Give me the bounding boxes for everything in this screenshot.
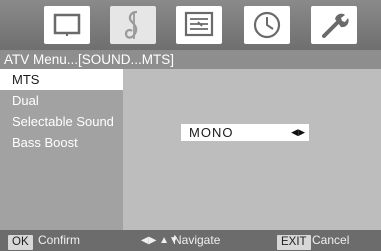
hint-bar: OK Confirm ◀▶ ▲▼ Navigate EXIT Cancel bbox=[0, 230, 381, 251]
channel-icon[interactable] bbox=[176, 6, 222, 44]
time-icon[interactable] bbox=[244, 6, 290, 44]
sound-menu-list: MTS Dual Selectable Sound Bass Boost bbox=[0, 69, 123, 230]
tv-osd-screen: ATV Menu...[SOUND...MTS] MTS Dual Select… bbox=[0, 0, 381, 251]
setup-icon[interactable] bbox=[311, 6, 357, 44]
menu-icon-bar bbox=[0, 0, 381, 50]
left-right-arrows-icon[interactable]: ◀▶ bbox=[291, 124, 305, 141]
option-panel: MONO ◀▶ bbox=[123, 69, 381, 230]
menu-item-selectable-sound[interactable]: Selectable Sound bbox=[0, 111, 123, 132]
navigate-hint: Navigate bbox=[173, 233, 221, 247]
ok-key[interactable]: OK bbox=[8, 235, 33, 250]
confirm-hint: Confirm bbox=[38, 233, 81, 247]
menu-title: ATV Menu...[SOUND...MTS] bbox=[0, 50, 381, 69]
cancel-hint: Cancel bbox=[312, 233, 350, 247]
picture-icon[interactable] bbox=[44, 6, 90, 44]
exit-key[interactable]: EXIT bbox=[277, 235, 311, 250]
mts-value: MONO bbox=[189, 125, 234, 140]
mts-value-selector[interactable]: MONO ◀▶ bbox=[181, 124, 309, 141]
sound-icon[interactable] bbox=[110, 6, 156, 44]
menu-item-dual[interactable]: Dual bbox=[0, 90, 123, 111]
menu-item-bass-boost[interactable]: Bass Boost bbox=[0, 132, 123, 153]
menu-item-mts[interactable]: MTS bbox=[0, 69, 123, 90]
